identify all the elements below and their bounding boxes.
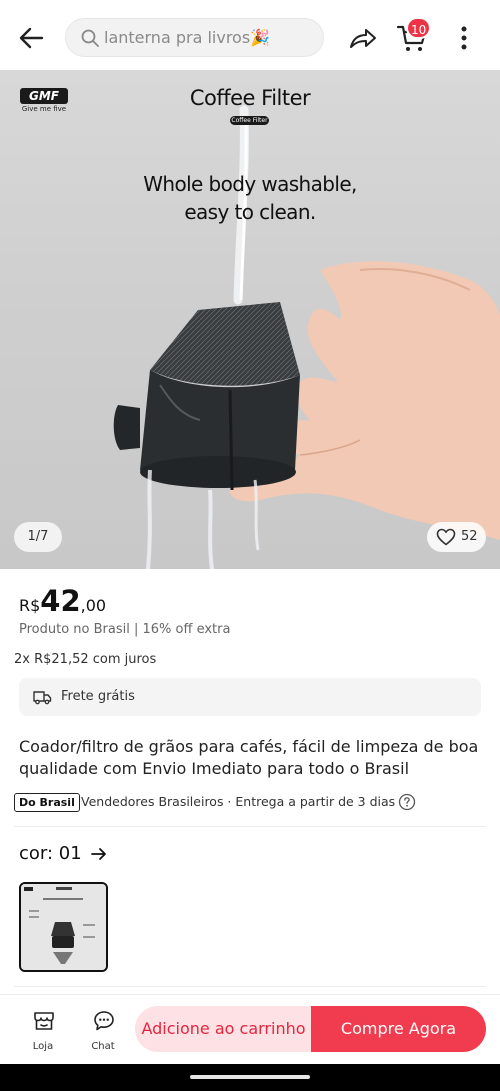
price-currency: R$ [19, 596, 41, 615]
product-title: Coador/filtro de grãos para cafés, fácil… [19, 737, 479, 778]
favorites-count: 52 [461, 529, 478, 544]
help-circle-icon[interactable] [398, 793, 416, 811]
seller-badge: Do Brasil [14, 793, 80, 812]
product-photo [113, 105, 500, 569]
system-navigation-bar [0, 1064, 500, 1091]
divider [14, 986, 486, 987]
shipping-info[interactable]: Frete grátis [19, 678, 481, 716]
home-indicator[interactable] [190, 1075, 310, 1079]
color-variant-thumbnail[interactable] [19, 882, 108, 972]
search-input[interactable]: lanterna pra livros🎉 [65, 18, 324, 57]
product-price: R$42,00 [19, 584, 106, 618]
seller-text: Vendedores Brasileiros · Entrega a parti… [81, 794, 396, 809]
price-integer: 42 [40, 584, 81, 618]
arrow-right-icon [91, 848, 107, 860]
more-vertical-icon [461, 26, 467, 50]
cart-count-badge: 10 [406, 17, 432, 39]
search-icon [81, 29, 99, 47]
price-decimals: ,00 [80, 596, 107, 615]
color-label-text: cor: 01 [19, 843, 82, 864]
hero-title: Coffee Filter [189, 86, 311, 110]
product-image-carousel[interactable]: GMF Give me five Coffee Filter Coffee Fi… [0, 70, 500, 569]
more-options-button[interactable] [448, 20, 480, 56]
bottom-action-bar: Loja Chat Adicione ao carrinho Compre Ag… [0, 994, 500, 1064]
hero-headline-line-1: Whole body washable, [143, 172, 357, 196]
chat-label: Chat [91, 1041, 115, 1052]
back-button[interactable] [14, 20, 50, 56]
add-to-cart-button[interactable]: Adicione ao carrinho [135, 1006, 312, 1052]
chat-icon [94, 1011, 114, 1031]
seller-info[interactable]: Do Brasil Vendedores Brasileiros · Entre… [14, 792, 489, 814]
hero-headline-line-2: easy to clean. [184, 200, 316, 224]
variant-thumbnail-image [21, 884, 106, 970]
hero-chip: Coffee Filter [230, 116, 269, 125]
search-placeholder: lanterna pra livros🎉 [104, 28, 271, 47]
share-button[interactable] [345, 20, 381, 56]
color-selector-label[interactable]: cor: 01 [19, 843, 107, 864]
price-note: Produto no Brasil | 16% off extra [19, 622, 231, 637]
store-label: Loja [32, 1041, 54, 1052]
favorite-button[interactable]: 52 [427, 522, 486, 552]
heart-icon [436, 528, 456, 546]
installments-info: 2x R$21,52 com juros [14, 652, 157, 667]
image-page-indicator: 1/7 [14, 522, 62, 552]
truck-icon [33, 691, 52, 705]
buy-now-button[interactable]: Compre Agora [311, 1006, 486, 1052]
chat-button[interactable]: Chat [81, 1005, 125, 1055]
top-bar: lanterna pra livros🎉 10 [0, 0, 500, 70]
store-button[interactable]: Loja [21, 1005, 65, 1055]
divider [14, 826, 486, 827]
shipping-label: Frete grátis [61, 689, 135, 704]
store-icon [34, 1012, 54, 1030]
hero-headline: Whole body washable, easy to clean. [0, 170, 500, 226]
share-icon [350, 29, 376, 48]
arrow-left-icon [19, 27, 44, 49]
